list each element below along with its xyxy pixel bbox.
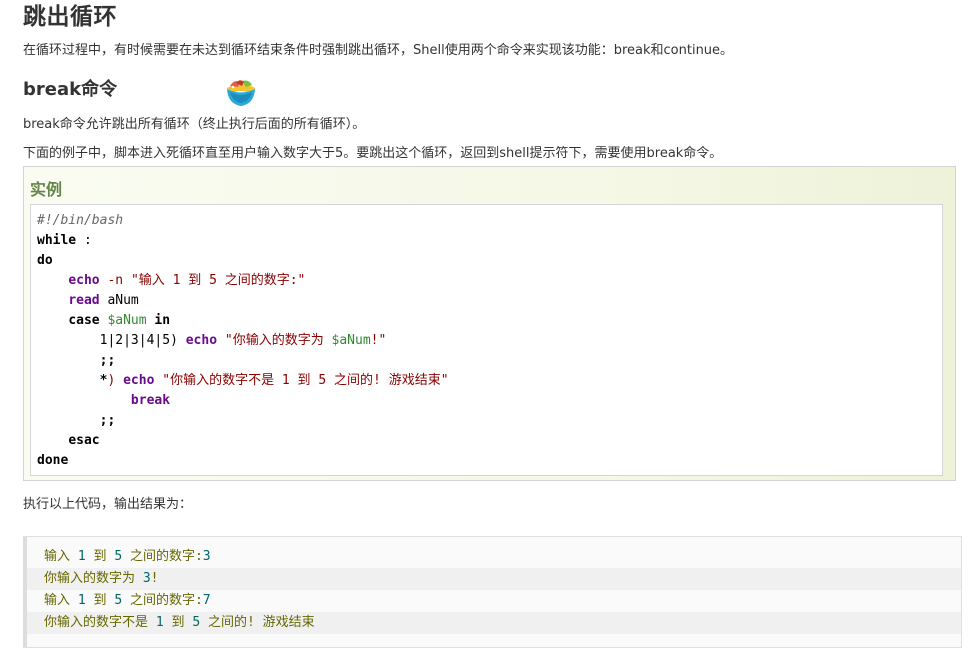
code-text-segment: aNum [107,293,139,308]
intro-paragraph: 在循环过程中，有时候需要在未达到循环结束条件时强制跳出循环，Shell使用两个命… [23,43,734,58]
code-pattern: 1|2|3|4|5 [99,333,171,348]
code-command: echo [123,373,155,388]
output-line: 输入 1 到 5 之间的数字:3 [27,546,961,568]
break-description: break命令允许跳出所有循环（终止执行后面的所有循环）。 [23,117,366,132]
code-string: "你输入的数字不是 1 到 5 之间的! 游戏结束" [162,373,449,388]
example-box: 实例 #!/bin/bash while : do echo -n "输入 1 … [23,166,956,481]
output-text: 之间的数字: [122,549,203,564]
output-number: 1 [77,593,86,608]
output-text: 你输入的数字不是 [44,615,156,630]
code-keyword: ;; [99,353,116,368]
page-title: 跳出循环 [23,4,117,30]
output-text: 到 [85,593,115,608]
code-string: !" [370,333,387,348]
code-string: "输入 1 到 5 之间的数字:" [130,273,306,288]
code-text-segment: : [76,233,92,248]
output-text: 你输入的数字为 [44,571,143,586]
code-keyword: done [37,453,69,468]
code-keyword: case [68,313,100,328]
output-number: 5 [114,593,123,608]
output-number: 5 [192,615,201,630]
code-paren: ) [170,333,178,348]
output-number: 1 [155,615,164,630]
code-keyword: in [154,313,171,328]
output-number: 3 [202,549,211,564]
code-keyword: while [37,233,77,248]
output-number: 3 [142,571,151,586]
output-text: ! [150,571,159,586]
output-text: 输入 [44,593,78,608]
code-block[interactable]: #!/bin/bash while : do echo -n "输入 1 到 5… [30,204,943,476]
code-command: read [68,293,100,308]
output-text: 之间的! 游戏结束 [200,615,315,630]
code-text: #!/bin/bash while : do echo -n "输入 1 到 5… [37,211,449,471]
output-text: 到 [85,549,115,564]
code-variable: $aNum [107,313,147,328]
example-title: 实例 [30,180,63,199]
output-description: 执行以上代码，输出结果为： [23,497,193,512]
output-text: 之间的数字: [122,593,203,608]
section-title: break命令 [23,79,118,100]
code-shebang: #!/bin/bash [37,213,124,228]
code-paren: ) [107,373,116,388]
code-option: -n [107,273,124,288]
colorful-bowl-icon [227,80,255,106]
output-text: 到 [163,615,193,630]
output-line: 你输入的数字为 3! [27,568,961,590]
code-command: echo [185,333,218,348]
code-keyword: ;; [99,413,116,428]
code-keyword: do [37,253,53,268]
output-line: 输入 1 到 5 之间的数字:7 [27,590,961,612]
code-string: "你输入的数字为 [224,333,332,348]
output-number: 1 [77,549,86,564]
output-text: 输入 [44,549,78,564]
code-command: break [130,393,171,408]
output-number: 5 [114,549,123,564]
output-number: 7 [202,593,211,608]
code-variable: $aNum [331,333,371,348]
output-block[interactable]: 输入 1 到 5 之间的数字:3 你输入的数字为 3! 输入 1 到 5 之间的… [23,536,962,648]
code-keyword: esac [68,433,100,448]
code-command: echo [68,273,100,288]
output-line: 你输入的数字不是 1 到 5 之间的! 游戏结束 [27,612,961,634]
example-description: 下面的例子中，脚本进入死循环直至用户输入数字大于5。要跳出这个循环，返回到she… [23,146,723,161]
